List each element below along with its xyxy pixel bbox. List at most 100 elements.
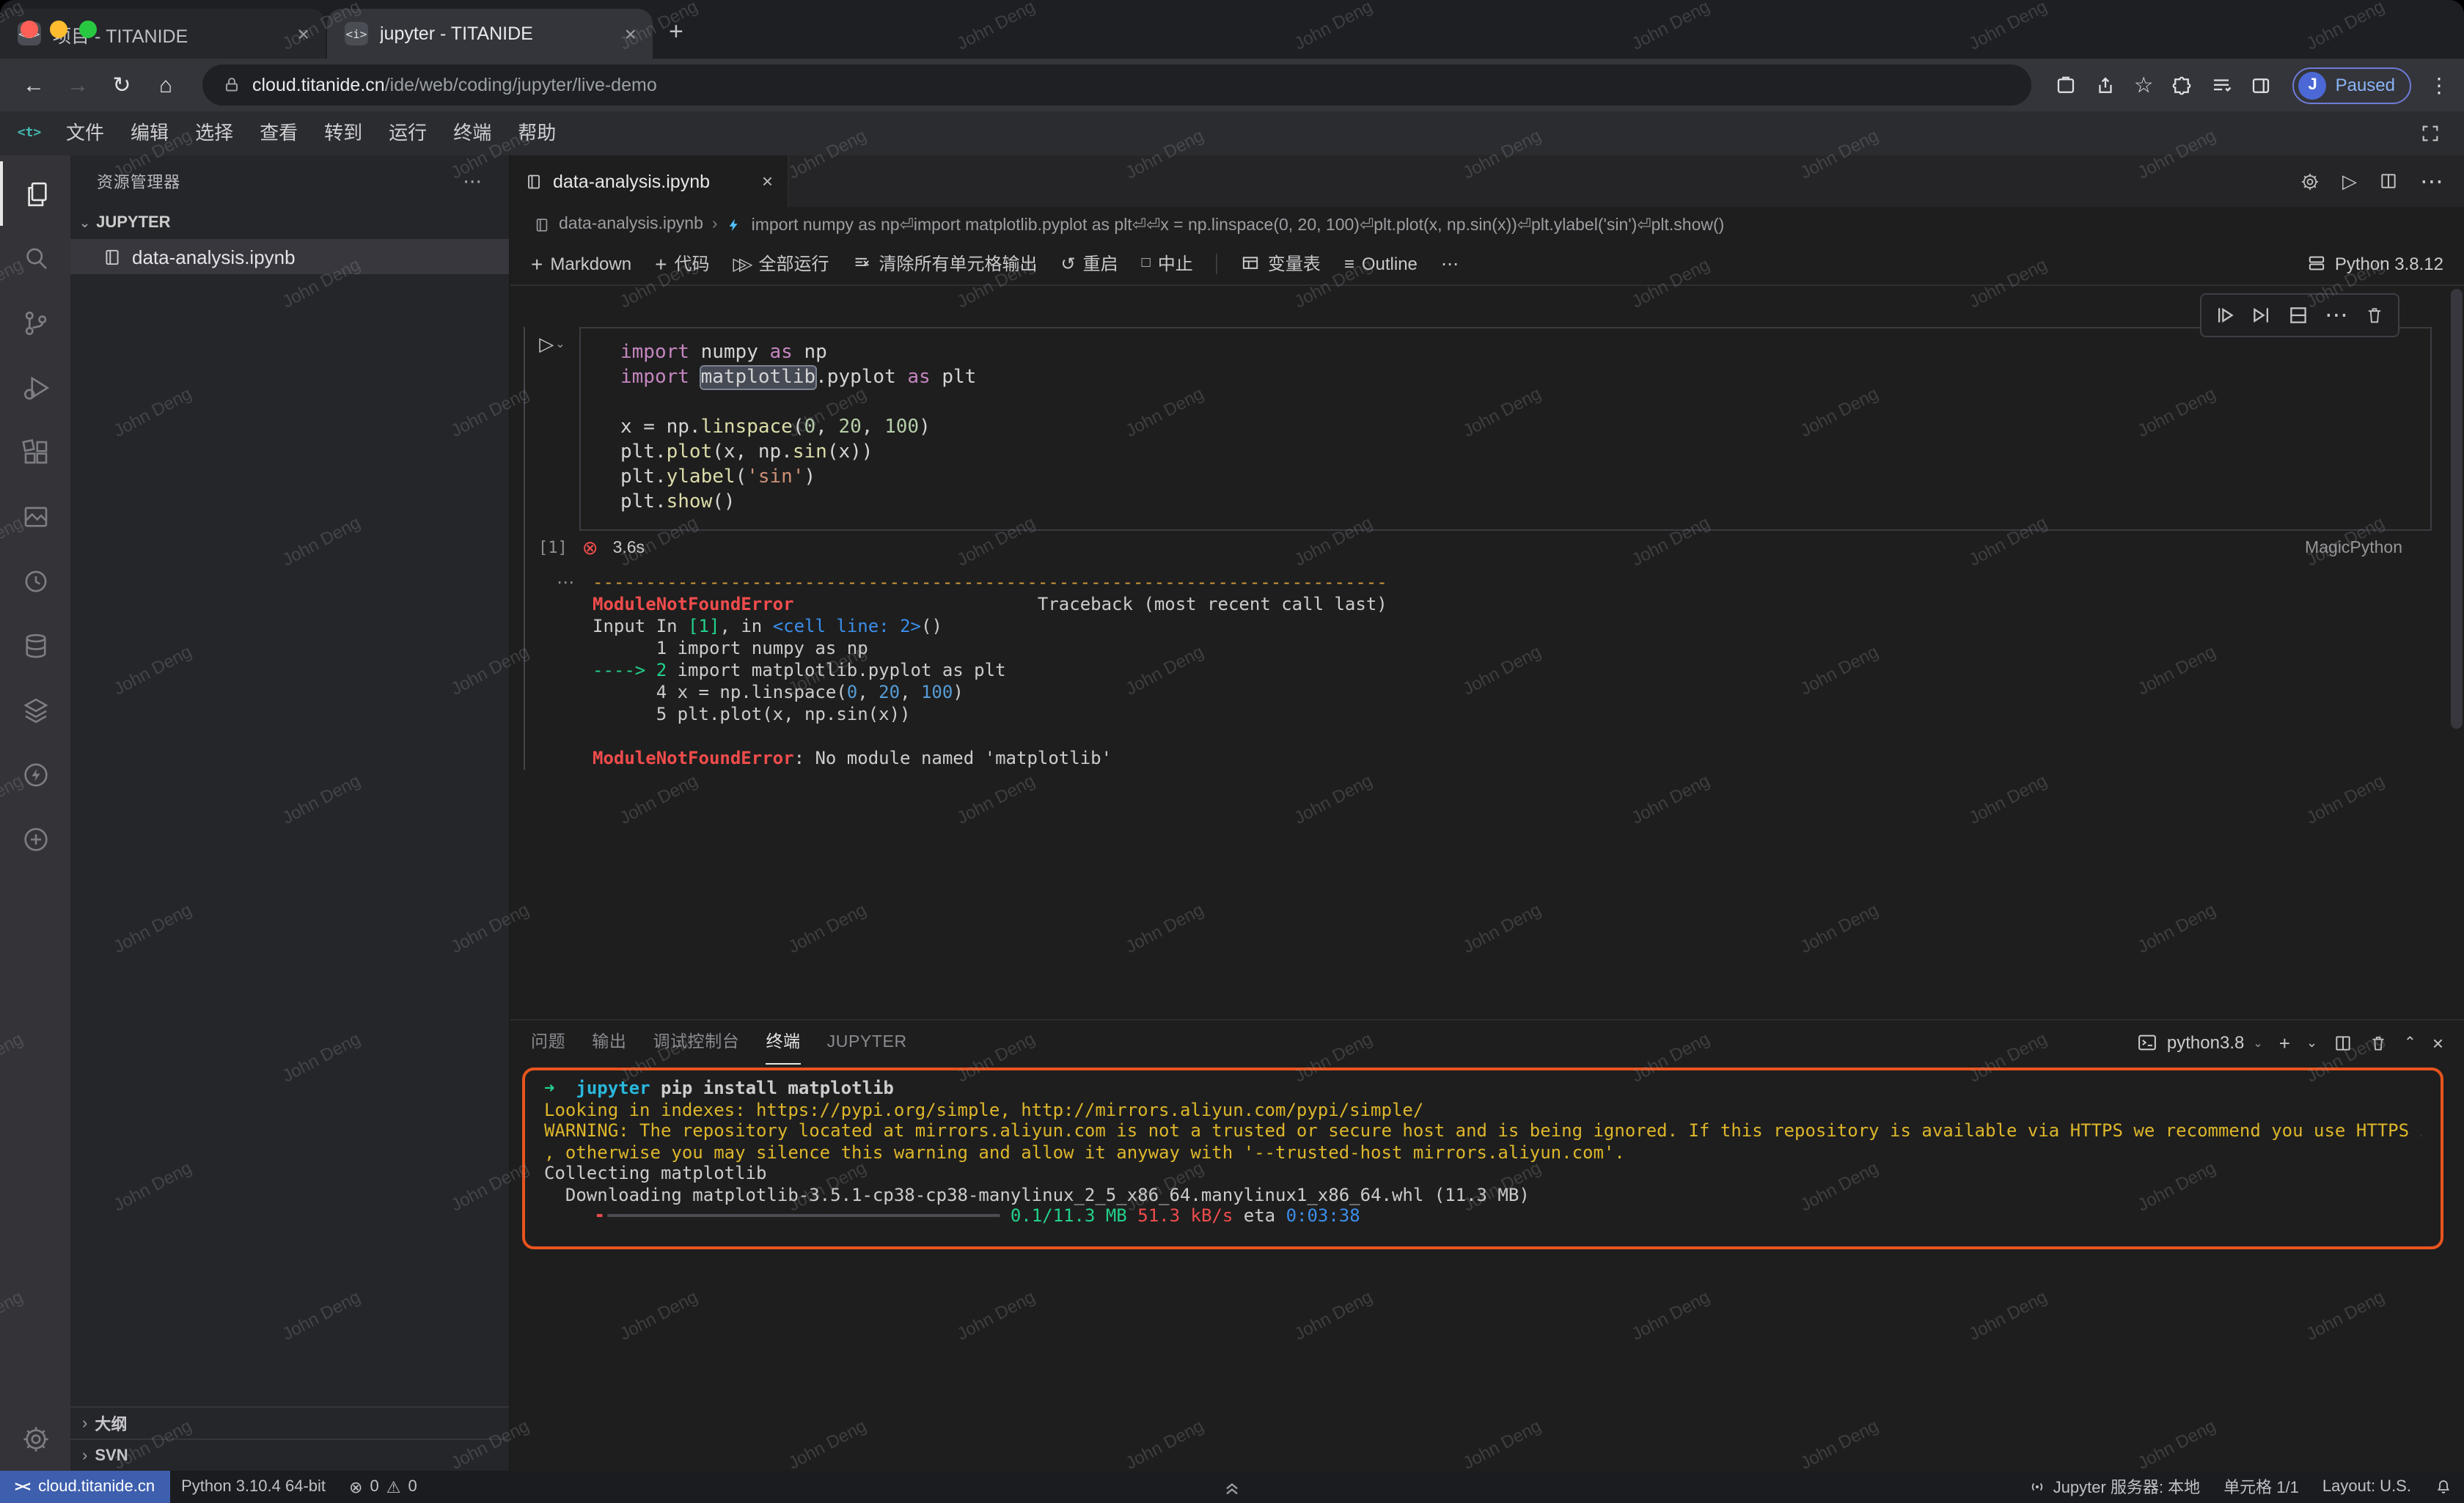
tab-close-icon[interactable]: × [620, 22, 641, 45]
run-all-button[interactable]: ▷▷全部运行 [733, 251, 829, 276]
jupyter-server-indicator[interactable]: Jupyter 服务器: 本地 [2017, 1471, 2212, 1503]
restore-panel-chevrons[interactable] [1222, 1471, 1242, 1503]
history-clock-icon[interactable] [0, 548, 70, 613]
python-interpreter[interactable]: Python 3.10.4 64-bit [169, 1471, 337, 1503]
restart-button[interactable]: ↺重启 [1061, 251, 1118, 276]
breadcrumb-separator: › [712, 216, 718, 233]
split-editor-icon[interactable] [2379, 172, 2398, 191]
panel-tab-问题[interactable]: 问题 [531, 1021, 565, 1064]
sidebar-more-icon[interactable]: ⋯ [463, 169, 483, 193]
panel-tab-输出[interactable]: 输出 [592, 1021, 626, 1064]
cell-toolbar: ⋯ [2200, 293, 2399, 337]
database-icon[interactable] [0, 613, 70, 677]
notebook-settings-gear-icon[interactable] [2300, 171, 2320, 191]
section-svn[interactable]: › SVN [70, 1438, 509, 1471]
back-icon[interactable]: ← [15, 66, 53, 104]
side-panel-icon[interactable] [2251, 74, 2273, 96]
editor-scrollbar[interactable] [2451, 286, 2463, 1019]
terminal-view[interactable]: ➜ jupyter pip install matplotlibLooking … [510, 1065, 2464, 1471]
reload-icon[interactable]: ↻ [103, 66, 141, 104]
kill-terminal-trash-icon[interactable] [2369, 1033, 2388, 1052]
profile-button[interactable]: J Paused [2293, 67, 2411, 103]
app-logo-icon[interactable]: <t> [15, 119, 44, 148]
fullscreen-icon[interactable] [2420, 123, 2441, 144]
panel-tab-JUPYTER[interactable]: JUPYTER [827, 1021, 907, 1064]
remote-indicator[interactable]: >< cloud.titanide.cn [0, 1471, 169, 1503]
menu-查看[interactable]: 查看 [246, 111, 311, 155]
editor-tab-notebook[interactable]: data-analysis.ipynb × [510, 155, 789, 207]
tab-close-icon[interactable]: × [293, 22, 314, 45]
settings-gear-icon[interactable] [0, 1406, 70, 1471]
extensions-icon[interactable] [0, 419, 70, 484]
menu-转到[interactable]: 转到 [311, 111, 375, 155]
execute-above-icon[interactable] [2215, 305, 2235, 326]
browser-menu-icon[interactable]: ⋮ [2429, 73, 2449, 98]
cell-language-mode[interactable]: MagicPython [2305, 539, 2402, 556]
clear-outputs-button[interactable]: 清除所有单元格输出 [852, 251, 1037, 276]
delete-cell-trash-icon[interactable] [2364, 305, 2385, 326]
run-all-icon[interactable]: ▷ [2342, 169, 2357, 193]
menu-选择[interactable]: 选择 [182, 111, 246, 155]
maximize-panel-icon[interactable]: ⌃ [2404, 1035, 2416, 1051]
close-window-button[interactable] [21, 21, 38, 38]
search-icon[interactable] [0, 226, 70, 290]
menu-运行[interactable]: 运行 [375, 111, 440, 155]
run-debug-icon[interactable] [0, 355, 70, 419]
add-code-button[interactable]: +代码 [655, 251, 709, 276]
breadcrumb-code[interactable]: import numpy as np⏎import matplotlib.pyp… [752, 214, 1725, 235]
interrupt-button[interactable]: □中止 [1142, 251, 1193, 276]
editor-tab-label: data-analysis.ipynb [553, 171, 710, 191]
panel-tab-调试控制台[interactable]: 调试控制台 [653, 1021, 739, 1064]
run-cell-button[interactable]: ▷⌄ [539, 333, 565, 356]
variables-button[interactable]: 变量表 [1242, 251, 1321, 276]
kernel-picker[interactable]: Python 3.8.12 [2307, 253, 2443, 273]
layout-indicator[interactable]: Layout: U.S. [2311, 1471, 2423, 1503]
split-terminal-icon[interactable] [2333, 1033, 2353, 1052]
menu-终端[interactable]: 终端 [440, 111, 505, 155]
reading-list-icon[interactable] [2211, 74, 2233, 96]
share-icon[interactable] [2094, 74, 2116, 96]
breadcrumb-file[interactable]: data-analysis.ipynb [559, 216, 703, 233]
execute-below-icon[interactable] [2251, 305, 2272, 326]
menu-编辑[interactable]: 编辑 [117, 111, 182, 155]
split-cell-icon[interactable] [2288, 305, 2309, 326]
source-control-icon[interactable] [0, 290, 70, 355]
terminal-dropdown-icon[interactable]: ⌄ [2306, 1035, 2317, 1051]
address-bar[interactable]: cloud.titanide.cn/ide/web/coding/jupyter… [202, 65, 2031, 106]
close-panel-icon[interactable]: × [2432, 1032, 2443, 1054]
collapse-output-icon[interactable]: ⋯ [557, 572, 574, 770]
explorer-icon[interactable] [0, 161, 70, 226]
home-icon[interactable]: ⌂ [147, 66, 185, 104]
new-terminal-icon[interactable]: + [2279, 1032, 2290, 1054]
bookmark-star-icon[interactable]: ☆ [2134, 72, 2154, 98]
layers-icon[interactable] [0, 677, 70, 742]
target-plus-icon[interactable] [0, 806, 70, 871]
add-markdown-button[interactable]: +Markdown [531, 251, 631, 275]
menu-帮助[interactable]: 帮助 [505, 111, 569, 155]
cell-editor[interactable]: import numpy as npimport matplotlib.pypl… [579, 327, 2432, 531]
section-outline[interactable]: › 大纲 [70, 1406, 509, 1438]
screenshot-icon[interactable] [2055, 74, 2077, 96]
terminal-profile-selector[interactable]: python3.8 ⌄ [2138, 1032, 2263, 1053]
forward-icon[interactable]: → [59, 66, 97, 104]
notifications-bell[interactable] [2423, 1471, 2464, 1503]
editor-more-icon[interactable]: ⋯ [2420, 166, 2443, 196]
editor-tab-close-icon[interactable]: × [762, 170, 773, 192]
toolbar-more-icon[interactable]: ⋯ [1441, 253, 1459, 273]
preview-frame-icon[interactable] [0, 484, 70, 548]
panel-tab-终端[interactable]: 终端 [766, 1021, 800, 1064]
file-item-notebook[interactable]: data-analysis.ipynb [70, 239, 509, 274]
section-jupyter[interactable]: ⌄ JUPYTER [70, 207, 509, 239]
menu-文件[interactable]: 文件 [53, 111, 117, 155]
problems-indicator[interactable]: ⊗0 ⚠0 [337, 1471, 429, 1503]
new-tab-button[interactable]: + [669, 18, 683, 47]
extensions-puzzle-icon[interactable] [2171, 74, 2193, 96]
zoom-window-button[interactable] [79, 21, 97, 38]
minimize-window-button[interactable] [50, 21, 67, 38]
breadcrumbs[interactable]: data-analysis.ipynb › import numpy as np… [510, 207, 2464, 242]
outline-button[interactable]: ≡Outline [1344, 253, 1418, 273]
browser-tab-jupyter[interactable]: <i> jupyter - TITANIDE × [327, 9, 653, 59]
cell-indicator[interactable]: 单元格 1/1 [2212, 1471, 2311, 1503]
cell-more-icon[interactable]: ⋯ [2325, 301, 2348, 330]
power-zap-icon[interactable] [0, 742, 70, 806]
